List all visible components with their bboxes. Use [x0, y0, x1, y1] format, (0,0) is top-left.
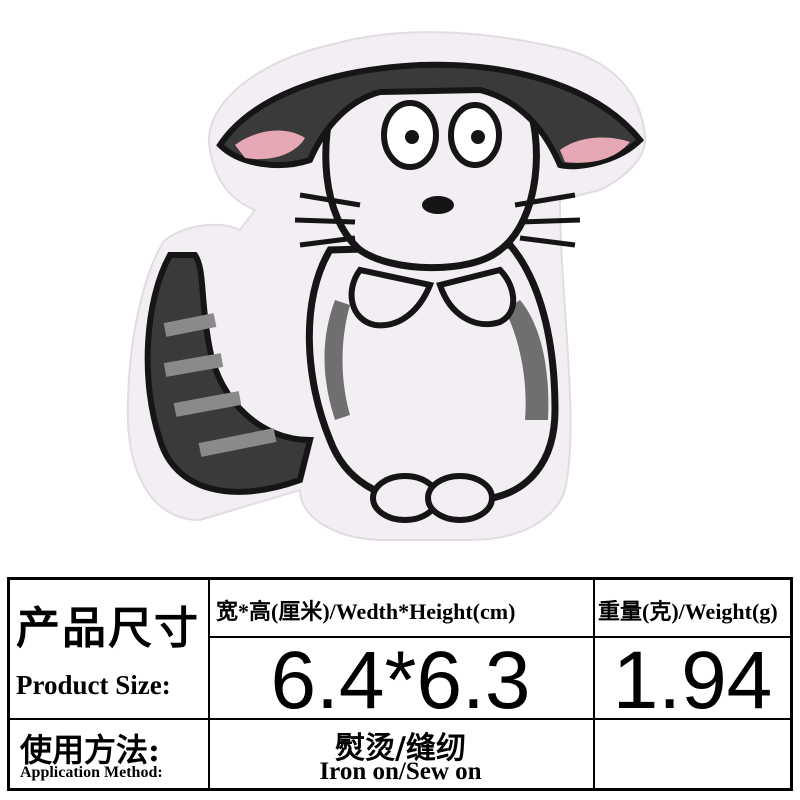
dimension-header: 宽*高(厘米)/Wedth*Height(cm): [216, 599, 516, 624]
dimension-value: 6.4*6.3: [270, 635, 531, 726]
product-photo: [0, 0, 800, 575]
method-value-zh: 熨烫/缝纫: [335, 731, 466, 766]
product-size-en: Product Size:: [16, 670, 171, 700]
product-size-zh: 产品尺寸: [16, 603, 200, 654]
method-zh: 使用方法:: [20, 731, 160, 769]
method-value-en: Iron on/Sew on: [319, 758, 482, 785]
cat-patch-illustration: [126, 31, 647, 541]
method-en: Application Method:: [20, 764, 163, 781]
spec-table: 产品尺寸 Product Size: 宽*高(厘米)/Wedth*Height(…: [7, 577, 793, 791]
weight-header: 重量(克)/Weight(g): [598, 599, 778, 624]
weight-value: 1.94: [612, 635, 773, 726]
